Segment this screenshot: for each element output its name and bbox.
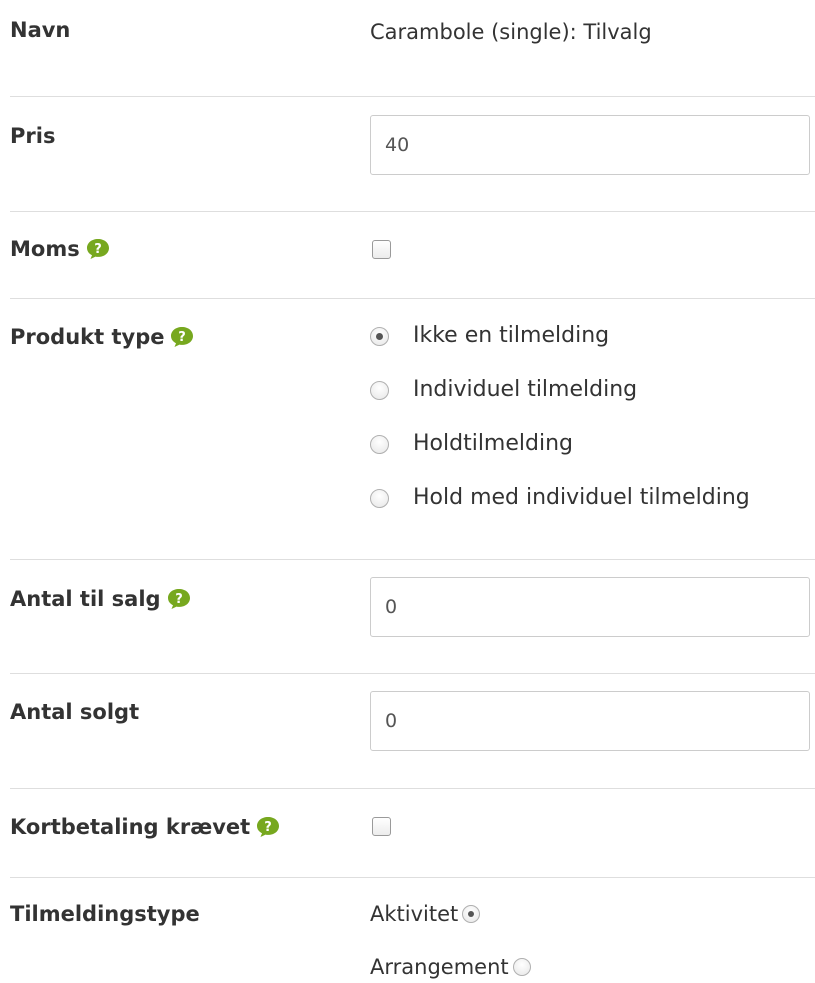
help-icon[interactable]: ? xyxy=(170,326,194,348)
card-payment-required-label: Kortbetaling krævet ? xyxy=(10,815,280,839)
product-type-option[interactable]: Ikke en tilmelding xyxy=(370,325,609,347)
vat-checkbox[interactable] xyxy=(372,240,391,259)
radio-button[interactable] xyxy=(462,905,481,923)
name-label: Navn xyxy=(10,18,71,42)
radio-button[interactable] xyxy=(370,434,389,454)
radio-button[interactable] xyxy=(370,380,389,400)
price-label: Pris xyxy=(10,124,56,148)
divider xyxy=(10,673,815,674)
card-payment-required-checkbox[interactable] xyxy=(372,817,391,836)
quantity-sold-input[interactable] xyxy=(370,691,810,751)
registration-type-option[interactable]: Arrangement xyxy=(370,955,531,979)
price-input[interactable] xyxy=(370,115,810,175)
registration-type-option[interactable]: Aktivitet xyxy=(370,902,481,926)
registration-type-label: Tilmeldingstype xyxy=(10,902,200,926)
help-icon[interactable]: ? xyxy=(86,238,110,260)
radio-button[interactable] xyxy=(370,326,389,346)
svg-text:?: ? xyxy=(175,592,183,607)
svg-text:?: ? xyxy=(94,242,102,257)
radio-button[interactable] xyxy=(370,488,389,508)
quantity-for-sale-label: Antal til salg ? xyxy=(10,587,191,611)
help-icon[interactable]: ? xyxy=(256,816,280,838)
svg-text:?: ? xyxy=(264,820,272,835)
divider xyxy=(10,788,815,789)
product-type-option[interactable]: Holdtilmelding xyxy=(370,433,573,455)
divider xyxy=(10,211,815,212)
name-value: Carambole (single): Tilvalg xyxy=(370,20,652,44)
help-icon[interactable]: ? xyxy=(167,588,191,610)
radio-button[interactable] xyxy=(512,958,531,976)
product-type-label: Produkt type ? xyxy=(10,325,194,349)
product-type-option[interactable]: Hold med individuel tilmelding xyxy=(370,487,750,509)
divider xyxy=(10,877,815,878)
divider xyxy=(10,96,815,97)
quantity-for-sale-input[interactable] xyxy=(370,577,810,637)
quantity-sold-label: Antal solgt xyxy=(10,700,140,724)
svg-text:?: ? xyxy=(179,330,187,345)
divider xyxy=(10,298,815,299)
product-type-option[interactable]: Individuel tilmelding xyxy=(370,379,637,401)
divider xyxy=(10,559,815,560)
vat-label: Moms ? xyxy=(10,237,110,261)
